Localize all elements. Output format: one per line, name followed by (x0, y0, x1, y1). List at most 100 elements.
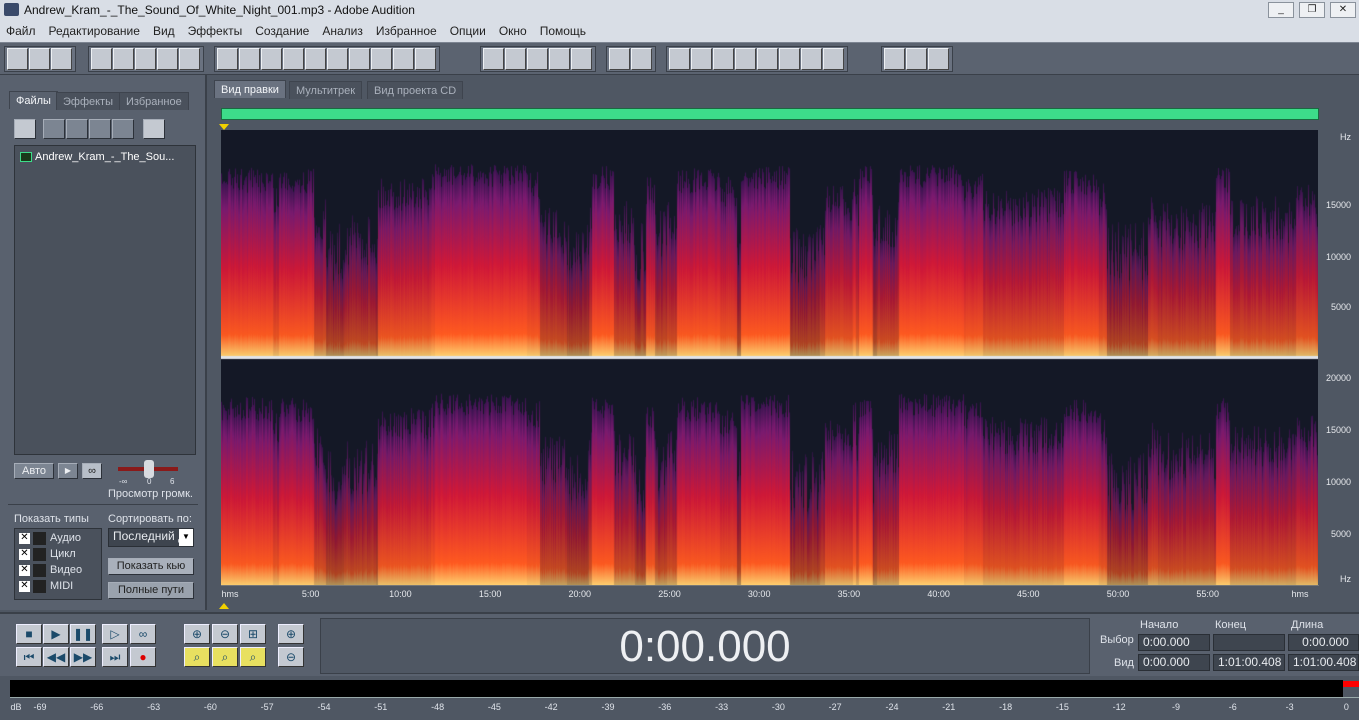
pause-button[interactable]: ❚❚ (70, 624, 96, 644)
zoom-out-icon[interactable]: ⊖ (212, 624, 238, 644)
menu-edit[interactable]: Редактирование (49, 24, 140, 38)
play-file-button[interactable] (89, 119, 111, 139)
toolbar-button-icon[interactable] (51, 48, 72, 70)
toolbar-button-icon[interactable] (713, 48, 734, 70)
stop-button[interactable]: ■ (16, 624, 42, 644)
clip-indicator[interactable] (1343, 681, 1359, 687)
toolbar-button-icon[interactable] (549, 48, 570, 70)
toolbar-button-icon[interactable] (349, 48, 370, 70)
menu-help[interactable]: Помощь (540, 24, 586, 38)
toolbar-button-icon[interactable] (113, 48, 134, 70)
toolbar-button-icon[interactable] (283, 48, 304, 70)
menu-generate[interactable]: Создание (255, 24, 309, 38)
full-paths-button[interactable]: Полные пути (108, 582, 194, 599)
toolbar-button-icon[interactable] (483, 48, 504, 70)
go-to-start-button[interactable]: ⏮ (16, 647, 42, 667)
checkbox[interactable]: ✕ (19, 565, 30, 576)
zoom-in-icon[interactable]: ⊕ (184, 624, 210, 644)
toolbar-button-icon[interactable] (505, 48, 526, 70)
toolbar-button-icon[interactable] (327, 48, 348, 70)
toolbar-button-icon[interactable] (29, 48, 50, 70)
minimize-button[interactable]: _ (1268, 2, 1294, 18)
loop-preview-button[interactable]: ∞ (82, 463, 102, 479)
menu-view[interactable]: Вид (153, 24, 175, 38)
toolbar-button-icon[interactable] (631, 48, 652, 70)
show-cue-button[interactable]: Показать кью (108, 558, 194, 575)
fast-forward-button[interactable]: ▶▶ (70, 647, 96, 667)
close-button[interactable]: ✕ (1330, 2, 1356, 18)
tab-favorites[interactable]: Избранное (119, 92, 189, 110)
tab-cd-project[interactable]: Вид проекта CD (367, 81, 464, 99)
menu-analyze[interactable]: Анализ (322, 24, 363, 38)
toolbar-button-icon[interactable] (415, 48, 436, 70)
zoom-out-vertical-icon[interactable]: ⊖ (278, 647, 304, 667)
file-item[interactable]: Andrew_Kram_-_The_Sou... (15, 146, 195, 163)
zoom-left-icon[interactable]: ⌕ (184, 647, 210, 667)
play-preview-button[interactable]: ▶ (58, 463, 78, 479)
toolbar-button-icon[interactable] (217, 48, 238, 70)
tab-multitrack[interactable]: Мультитрек (289, 81, 363, 99)
record-button[interactable]: ● (130, 647, 156, 667)
view-end-field[interactable]: 1:01:00.408 (1213, 654, 1285, 671)
toolbar-button-icon[interactable] (305, 48, 326, 70)
toolbar-button-icon[interactable] (91, 48, 112, 70)
spectrogram[interactable] (221, 130, 1318, 585)
toolbar-button-icon[interactable] (371, 48, 392, 70)
open-file-button[interactable] (14, 119, 36, 139)
zoom-right-icon[interactable]: ⌕ (212, 647, 238, 667)
toolbar-button-icon[interactable] (928, 48, 949, 70)
toolbar-button-icon[interactable] (571, 48, 592, 70)
play-button[interactable]: ▶ (43, 624, 69, 644)
toolbar-button-icon[interactable] (823, 48, 844, 70)
mix-button[interactable] (112, 119, 134, 139)
toolbar-button-icon[interactable] (261, 48, 282, 70)
options-button[interactable] (143, 119, 165, 139)
maximize-button[interactable]: ❐ (1299, 2, 1325, 18)
tab-files[interactable]: Файлы (9, 91, 58, 109)
play-to-end-button[interactable]: ▷ (102, 624, 128, 644)
selection-start-field[interactable]: 0:00.000 (1138, 634, 1210, 651)
auto-play-button[interactable]: Авто (14, 463, 54, 479)
toolbar-button-icon[interactable] (239, 48, 260, 70)
rewind-button[interactable]: ◀◀ (43, 647, 69, 667)
insert-button[interactable] (66, 119, 88, 139)
menu-effects[interactable]: Эффекты (188, 24, 243, 38)
toolbar-button-icon[interactable] (609, 48, 630, 70)
toolbar-button-icon[interactable] (691, 48, 712, 70)
toolbar-button-icon[interactable] (884, 48, 905, 70)
go-to-end-button[interactable]: ⏭ (102, 647, 128, 667)
toolbar-button-icon[interactable] (757, 48, 778, 70)
toolbar-button-icon[interactable] (393, 48, 414, 70)
toolbar-button-icon[interactable] (527, 48, 548, 70)
checkbox[interactable]: ✕ (19, 549, 30, 560)
close-file-button[interactable] (43, 119, 65, 139)
overview-bar[interactable] (221, 108, 1319, 120)
view-start-field[interactable]: 0:00.000 (1138, 654, 1210, 671)
toolbar-button-icon[interactable] (735, 48, 756, 70)
menu-options[interactable]: Опции (450, 24, 486, 38)
toolbar-button-icon[interactable] (157, 48, 178, 70)
checkbox[interactable]: ✕ (19, 581, 30, 592)
toolbar-button-icon[interactable] (135, 48, 156, 70)
end-marker[interactable] (219, 603, 229, 609)
zoom-in-vertical-icon[interactable]: ⊕ (278, 624, 304, 644)
chevron-down-icon[interactable]: ▼ (179, 529, 193, 546)
toolbar-button-icon[interactable] (779, 48, 800, 70)
loop-play-button[interactable]: ∞ (130, 624, 156, 644)
zoom-full-icon[interactable]: ⊞ (240, 624, 266, 644)
selection-end-field[interactable] (1213, 634, 1285, 651)
tab-effects[interactable]: Эффекты (56, 92, 121, 110)
menu-window[interactable]: Окно (499, 24, 527, 38)
selection-length-field[interactable]: 0:00.000 (1288, 634, 1359, 651)
checkbox[interactable]: ✕ (19, 533, 30, 544)
toolbar-button-icon[interactable] (7, 48, 28, 70)
menu-file[interactable]: Файл (6, 24, 36, 38)
tab-edit-view[interactable]: Вид правки (214, 80, 286, 98)
toolbar-button-icon[interactable] (179, 48, 200, 70)
slider-thumb[interactable] (144, 460, 154, 478)
menu-favorites[interactable]: Избранное (376, 24, 437, 38)
view-length-field[interactable]: 1:01:00.408 (1288, 654, 1359, 671)
zoom-selection-icon[interactable]: ⌕ (240, 647, 266, 667)
toolbar-button-icon[interactable] (669, 48, 690, 70)
toolbar-button-icon[interactable] (906, 48, 927, 70)
